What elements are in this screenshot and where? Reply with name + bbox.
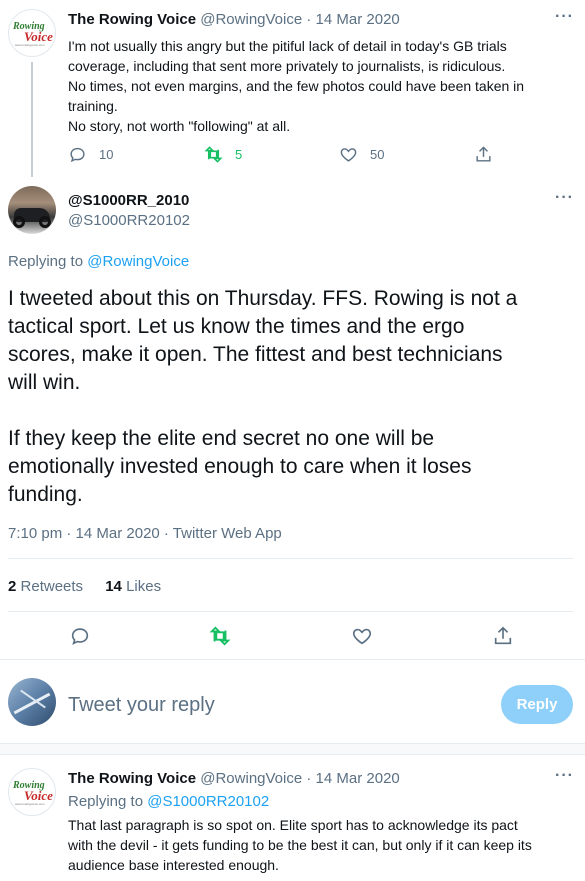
text-line: I'm not usually this angry but the pitif… <box>68 38 507 54</box>
text-line: No times, not even margins, and the few … <box>68 78 525 94</box>
retweets-label: Retweets <box>20 578 84 595</box>
display-name[interactable]: The Rowing Voice <box>68 770 196 787</box>
text-line: audience base interested enough. <box>68 857 279 873</box>
user-avatar[interactable] <box>8 678 56 726</box>
rowing-boat-shape <box>13 692 51 715</box>
rowing-voice-avatar[interactable]: Rowing Voice www.rowingvoice.com <box>8 768 56 816</box>
retweet-action[interactable] <box>209 625 231 652</box>
separator: · <box>302 770 316 787</box>
tweet-date[interactable]: 14 Mar 2020 <box>316 770 400 787</box>
retweet-action[interactable]: 5 <box>204 145 242 164</box>
reply-count: 10 <box>99 147 114 162</box>
like-count: 50 <box>370 147 385 162</box>
likes-label: Likes <box>126 578 162 595</box>
reply-tweet-text: That last paragraph is so spot on. Elite… <box>68 815 578 875</box>
parent-tweet-text: I'm not usually this angry but the pitif… <box>68 36 573 136</box>
reply-action[interactable] <box>69 625 91 652</box>
display-name[interactable]: The Rowing Voice <box>68 11 196 28</box>
share-icon <box>494 626 512 645</box>
tweet-timestamp[interactable]: 7:10 pm · 14 Mar 2020 · Twitter Web App <box>8 525 282 542</box>
replying-to-link[interactable]: @RowingVoice <box>87 253 189 270</box>
replying-to: Replying to @RowingVoice <box>8 253 189 270</box>
reply-icon <box>70 147 85 163</box>
share-icon <box>476 146 491 162</box>
likes-stat[interactable]: 14 Likes <box>105 578 161 595</box>
divider <box>8 558 573 559</box>
retweets-stat[interactable]: 2 Retweets <box>8 578 105 595</box>
share-action[interactable] <box>474 145 505 164</box>
thread-line <box>31 62 33 177</box>
handle[interactable]: @RowingVoice <box>200 11 302 28</box>
parent-tweet-header: The Rowing Voice @RowingVoice · 14 Mar 2… <box>68 11 400 28</box>
replying-to-link[interactable]: @S1000RR20102 <box>147 793 269 810</box>
motorbike-wheel <box>39 216 51 228</box>
text-line <box>8 397 578 425</box>
text-line: training. <box>68 98 118 114</box>
display-name[interactable]: @S1000RR_2010 <box>68 192 189 209</box>
rowing-voice-avatar[interactable]: Rowing Voice www.rowingvoice.com <box>8 9 56 57</box>
like-action[interactable]: 50 <box>339 145 384 164</box>
more-dots-icon[interactable]: ··· <box>555 8 574 26</box>
section-separator <box>0 743 585 755</box>
share-action[interactable] <box>492 625 514 652</box>
text-line: with the devil - it gets funding to be t… <box>68 837 532 853</box>
text-line: I tweeted about this on Thursday. FFS. R… <box>8 287 518 310</box>
handle[interactable]: @RowingVoice <box>200 770 302 787</box>
retweets-count: 2 <box>8 578 17 595</box>
engagement-stats: 2 Retweets 14 Likes <box>8 578 161 595</box>
likes-count: 14 <box>105 578 122 595</box>
text-line: That last paragraph is so spot on. Elite… <box>68 817 518 833</box>
handle[interactable]: @S1000RR20102 <box>68 212 190 229</box>
separator: · <box>302 11 316 28</box>
more-dots-icon[interactable]: ··· <box>555 767 574 785</box>
more-dots-icon[interactable]: ··· <box>555 189 574 207</box>
logo-tagline: www.rowingvoice.com <box>15 43 45 47</box>
text-line: tactical sport. Let us know the times an… <box>8 315 465 338</box>
reply-input[interactable] <box>68 690 468 720</box>
divider <box>8 611 573 612</box>
text-line: emotionally invested enough to care when… <box>8 455 472 478</box>
heart-icon <box>340 148 357 162</box>
like-action[interactable] <box>351 625 373 652</box>
text-line: funding. <box>8 483 83 506</box>
retweet-icon <box>204 146 223 163</box>
text-line: If they keep the elite end secret no one… <box>8 427 435 450</box>
reply-action[interactable]: 10 <box>68 145 113 164</box>
text-line: No story, not worth "following" at all. <box>68 118 291 134</box>
replying-to: Replying to @S1000RR20102 <box>68 793 269 810</box>
reply-tweet-header: The Rowing Voice @RowingVoice · 14 Mar 2… <box>68 770 400 787</box>
retweet-count: 5 <box>235 147 243 162</box>
retweet-icon <box>209 626 231 646</box>
replying-prefix: Replying to <box>8 253 88 270</box>
reply-button[interactable]: Reply <box>501 685 573 724</box>
logo-tagline: www.rowingvoice.com <box>15 802 45 806</box>
main-tweet-text: I tweeted about this on Thursday. FFS. R… <box>8 285 578 509</box>
text-line: scores, make it open. The fittest and be… <box>8 343 503 366</box>
heart-icon <box>352 628 372 645</box>
text-line: coverage, including that sent more priva… <box>68 58 506 74</box>
replying-prefix: Replying to <box>68 793 148 810</box>
motorbike-wheel <box>13 216 25 228</box>
motorbike-avatar[interactable] <box>8 186 56 234</box>
divider <box>0 659 585 660</box>
reply-icon <box>71 628 89 645</box>
tweet-date[interactable]: 14 Mar 2020 <box>316 11 400 28</box>
text-line: will win. <box>8 371 81 394</box>
